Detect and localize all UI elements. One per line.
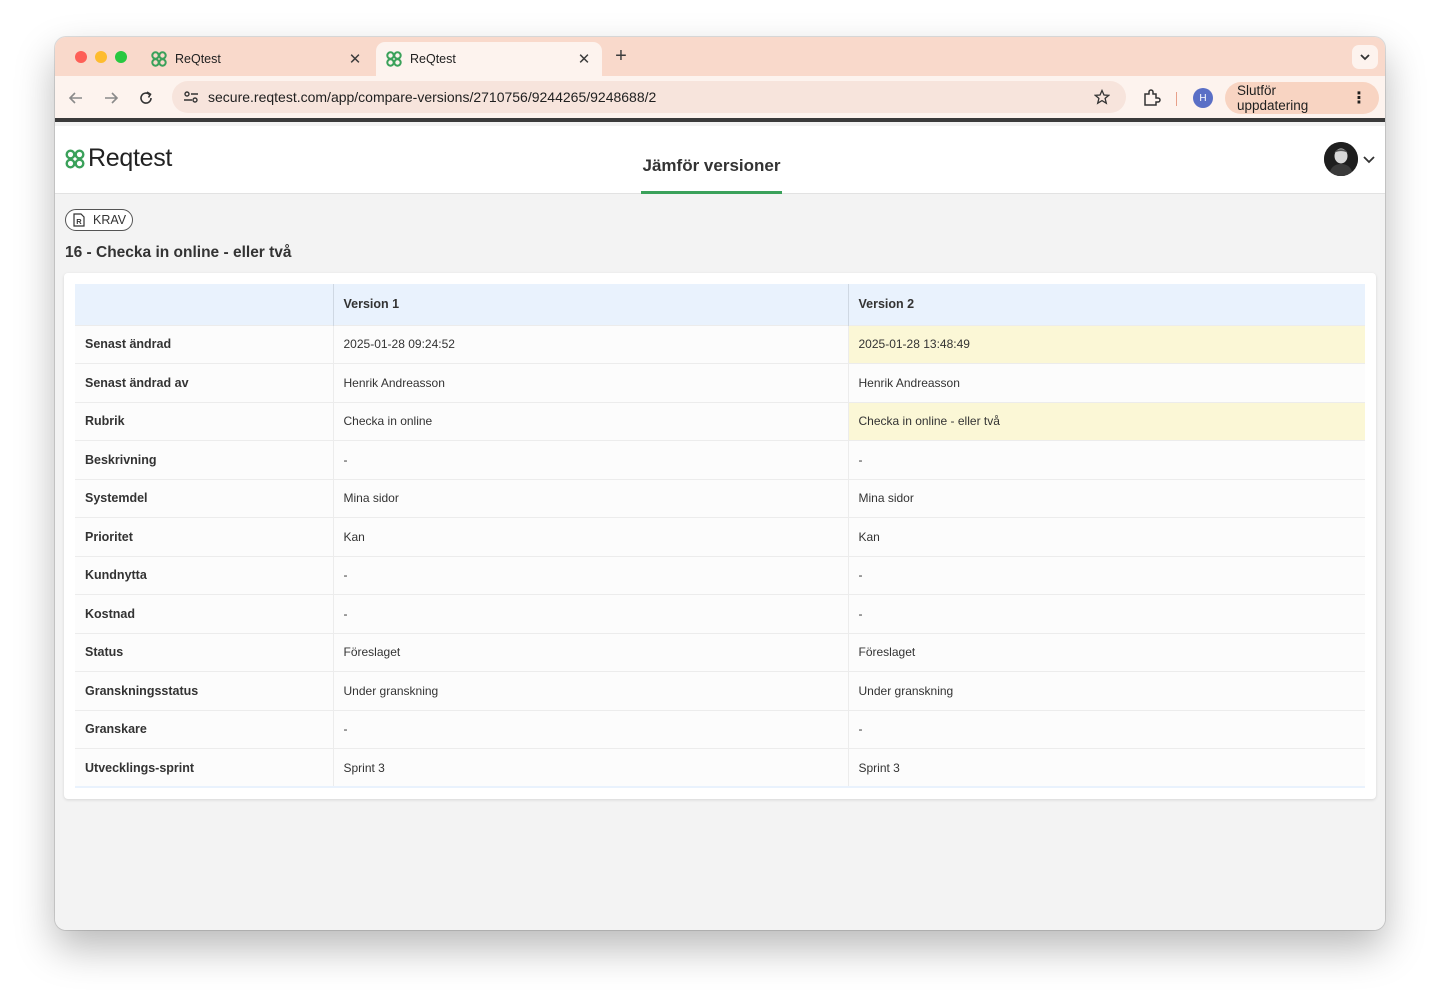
table-row: Kundnytta - - [75,555,1365,595]
version-compare-table: Version 1 Version 2 Senast ändrad 2025-01… [75,284,1365,788]
close-tab-icon[interactable]: ✕ [572,50,596,68]
reload-icon[interactable] [136,88,156,108]
forward-icon[interactable] [101,88,121,108]
reqtest-logo[interactable]: Reqtest [65,144,172,173]
table-row: Senast ändrad 2025-01-28 09:24:52 2025-01-… [75,324,1365,364]
svg-text:R: R [76,217,82,226]
table-row: Status Föreslaget Föreslaget [75,632,1365,672]
version-1-cell: Kan [332,517,848,556]
version-2-cell: Sprint 3 [847,748,1365,788]
version-2-cell: - [847,555,1365,595]
field-label-cell: Rubrik [75,401,333,441]
table-row: Kostnad - - [75,594,1365,633]
app-header: Reqtest Jämför versioner [55,126,1385,194]
minimize-window-button[interactable] [95,51,107,63]
version-1-cell: Mina sidor [332,478,848,518]
field-label-cell: Beskrivning [75,440,333,479]
browser-tab-2[interactable]: ReQtest ✕ [376,42,602,76]
tab-title: ReQtest [410,52,456,66]
version-1-cell: Under granskning [332,671,848,710]
profile-avatar[interactable]: H [1193,88,1213,108]
table-row: Systemdel Mina sidor Mina sidor [75,478,1365,518]
chevron-down-icon [1360,54,1370,61]
version-2-cell: Mina sidor [847,478,1365,518]
field-label-cell: Prioritet [75,517,333,556]
version-1-cell: - [332,709,848,749]
version-2-cell: Under granskning [847,671,1365,710]
table-row: Senast ändrad av Henrik Andreasson Henrik … [75,363,1365,402]
column-header-version-1: Version 1 [332,284,848,325]
field-label-cell: Granskningsstatus [75,671,333,710]
finish-update-button[interactable]: Slutför uppdatering ⋮ [1225,82,1379,114]
table-row: Utvecklings-sprint Sprint 3 Sprint 3 [75,748,1365,788]
version-1-cell: - [332,440,848,479]
table-row: Granskare - - [75,709,1365,749]
maximize-window-button[interactable] [115,51,127,63]
requirement-title: 16 - Checka in online - eller två [65,244,292,261]
version-2-cell: - [847,440,1365,479]
field-label-cell: Senast ändrad [75,324,333,364]
tab-strip: ReQtest ✕ ReQtest ✕ + [55,37,1385,76]
reqtest-favicon-icon [386,51,402,67]
item-type-label: KRAV [93,213,127,227]
version-1-cell: Sprint 3 [332,748,848,788]
url-text[interactable]: secure.reqtest.com/app/compare-versions/… [208,89,1092,105]
browser-toolbar: secure.reqtest.com/app/compare-versions/… [55,76,1385,122]
user-avatar[interactable] [1324,142,1358,176]
table-row: Prioritet Kan Kan [75,517,1365,556]
version-2-cell: Henrik Andreasson [847,363,1365,402]
field-label-cell: Utvecklings-sprint [75,748,333,788]
browser-tab-1[interactable]: ReQtest ✕ [141,42,373,76]
update-button-label: Slutför uppdatering [1237,83,1309,113]
version-2-cell: - [847,709,1365,749]
tab-search-button[interactable] [1352,45,1378,69]
version-2-cell: 2025-01-28 13:48:49 [847,324,1365,364]
field-label-cell: Status [75,632,333,672]
version-2-cell: - [847,594,1365,633]
new-tab-button[interactable]: + [611,46,631,66]
field-label-cell: Granskare [75,709,333,749]
close-tab-icon[interactable]: ✕ [343,50,367,68]
extensions-puzzle-icon[interactable] [1141,88,1161,108]
page-title: Jämför versioner [641,156,782,194]
table-header-row: Version 1 Version 2 [75,284,1365,325]
chevron-down-icon[interactable] [1362,152,1376,166]
main-content: R KRAV 16 - Checka in online - eller två… [55,195,1385,930]
version-1-cell: - [332,555,848,595]
site-settings-icon[interactable] [182,88,200,106]
reqtest-logo-icon [65,149,85,168]
bookmark-star-icon[interactable] [1092,87,1112,107]
version-2-cell: Checka in online - eller två [847,401,1365,441]
browser-window: ReQtest ✕ ReQtest ✕ + secure.reqtest.com… [55,37,1385,930]
requirement-document-icon: R [73,213,85,227]
table-row: Granskningsstatus Under granskning Under g… [75,671,1365,710]
reqtest-favicon-icon [151,51,167,67]
version-1-cell: Föreslaget [332,632,848,672]
version-1-cell: - [332,594,848,633]
user-photo-icon [1324,142,1358,176]
field-label-cell: Kundnytta [75,555,333,595]
compare-card: Version 1 Version 2 Senast ändrad 2025-01… [64,273,1376,799]
more-menu-icon[interactable]: ⋮ [1351,88,1367,108]
item-type-badge: R KRAV [65,209,134,231]
version-1-cell: Checka in online [332,401,848,441]
table-row: Rubrik Checka in online Checka in online -… [75,401,1365,441]
logo-text: Reqtest [88,144,173,172]
field-label-cell: Senast ändrad av [75,363,333,402]
close-window-button[interactable] [75,51,87,63]
address-bar[interactable]: secure.reqtest.com/app/compare-versions/… [172,81,1126,113]
version-2-cell: Kan [847,517,1365,556]
toolbar-divider [1176,92,1177,106]
version-1-cell: Henrik Andreasson [332,363,848,402]
column-header-version-2: Version 2 [847,284,1365,325]
tab-title: ReQtest [175,52,221,66]
column-header-field [75,284,333,325]
field-label-cell: Kostnad [75,594,333,633]
field-label-cell: Systemdel [75,478,333,518]
version-1-cell: 2025-01-28 09:24:52 [332,324,848,364]
version-2-cell: Föreslaget [847,632,1365,672]
back-icon[interactable] [66,88,86,108]
table-row: Beskrivning - - [75,440,1365,479]
